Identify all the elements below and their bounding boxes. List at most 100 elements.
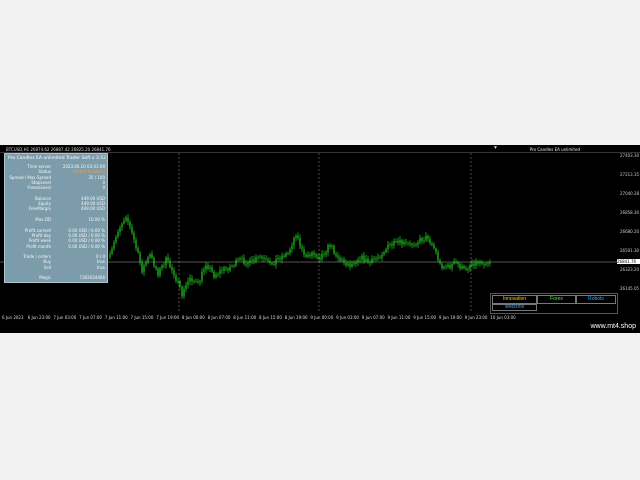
candle-body [295,235,297,238]
candle-body [311,252,313,257]
candle-body [457,262,459,265]
candle-body [171,267,173,271]
candle-body [351,263,353,267]
candle-body [151,253,153,258]
candle-body [333,245,335,254]
candle-body [121,223,123,228]
robots-tab[interactable]: Robots [576,295,616,304]
candle-body [397,241,399,243]
candle-body [483,263,485,265]
candle-body [187,281,189,286]
candle-body [309,254,311,257]
candle-body [405,241,407,243]
candle-body [467,268,469,270]
candle-body [413,244,415,246]
candle-body [315,254,317,257]
panel-row: Time server 2023.06.10 03:41:00 [7,164,105,169]
candle-body [201,271,203,281]
candle-body [455,261,457,263]
candle-body [453,261,455,265]
candle-body [429,238,431,243]
panel-row-value: 0.00 USD / 0.00 % [68,232,105,238]
candle-body [363,255,365,262]
candle-body [449,264,451,269]
candle-body [401,240,403,245]
candle-body [365,258,367,262]
panel-row: Trade / orders 0 / 0 [7,254,105,259]
candle-body [279,258,281,260]
candle-body [437,252,439,261]
candle-body [137,247,139,253]
candle-body [263,257,265,259]
panel-row: Balance 449.00 USD [7,196,105,201]
candle-body [407,242,409,244]
candle-body [411,243,413,246]
candle-body [463,265,465,269]
candle-body [215,274,217,278]
current-price-label: 26841.76 [617,259,640,264]
candle-body [477,261,479,264]
candle-body [211,267,213,272]
time-label: 8 Jun 15:00 [259,315,282,320]
candle-body [179,281,181,287]
candle-body [459,264,461,269]
website-link[interactable]: website [492,304,537,311]
candle-body [345,262,347,266]
panel-row: Magic 7302034466 [7,275,105,280]
candle-body [149,253,151,258]
panel-row: Profit day 0.00 USD / 0.00 % [7,233,105,238]
candle-body [189,277,191,282]
panel-row-label: Status [38,169,51,175]
candle-body [261,256,263,258]
candle-body [373,258,375,260]
panel-row-value: 449.00 USD [81,201,105,207]
panel-row [7,270,105,275]
candle-body [243,258,245,264]
candle-body [431,242,433,245]
candle-body [473,263,475,266]
forex-tab[interactable]: Forex [537,295,576,304]
time-axis[interactable]: 6 Jun 2023 6 Jun 23:00 7 Jun 03:00 7 Jun 07… [0,313,618,323]
candle-body [153,257,155,267]
candle-body [479,262,481,264]
panel-row-value: Market is closed [72,169,105,175]
promo-box: Innovation Forex Robots website [490,293,618,314]
candle-body [127,217,129,222]
panel-row: StopLevel 0 [7,180,105,185]
candle-body [205,265,207,270]
price-scale[interactable]: 27403.30 27213.35 27040.28 26858.30 26680.20… [618,153,640,313]
candle-body [177,280,179,282]
candle-body [133,232,135,240]
price-tick: 26145.05 [620,286,640,291]
time-label: 9 Jun 23:00 [464,315,488,320]
candle-body [183,288,185,297]
panel-row-value: true [96,264,105,270]
candle-body [299,238,301,247]
candle-body [265,258,267,260]
panel-row-label: Magic [39,275,51,281]
candle-body [387,244,389,250]
candle-body [129,221,131,227]
candle-body [307,254,309,257]
candle-body [275,259,277,265]
candle-body [469,265,471,269]
time-label: 8 Jun 00:00 [181,315,205,320]
candle-body [251,259,253,261]
panel-row: Sell true [7,265,105,270]
candle-body [423,240,425,242]
panel-row: Spread / Max Spread 35 / 100 [7,175,105,180]
candle-body [141,262,143,273]
candle-body [417,242,419,245]
panel-row-value: 35 / 100 [88,174,105,180]
price-tick: 27213.35 [620,172,640,177]
candle-body [257,256,259,258]
candle-body [289,248,291,253]
candle-body [377,257,379,259]
chart-window[interactable]: BTCUSD,H1 26874.62 26887.42 26825.20 268… [0,145,640,333]
panel-row: Equity 449.00 USD [7,201,105,206]
panel-row-value: 10.00 % [88,217,105,222]
panel-row [7,249,105,254]
innovation-tab[interactable]: Innovation [492,295,537,304]
candle-body [223,267,225,271]
panel-row-value: 449.00 USD [81,195,105,201]
